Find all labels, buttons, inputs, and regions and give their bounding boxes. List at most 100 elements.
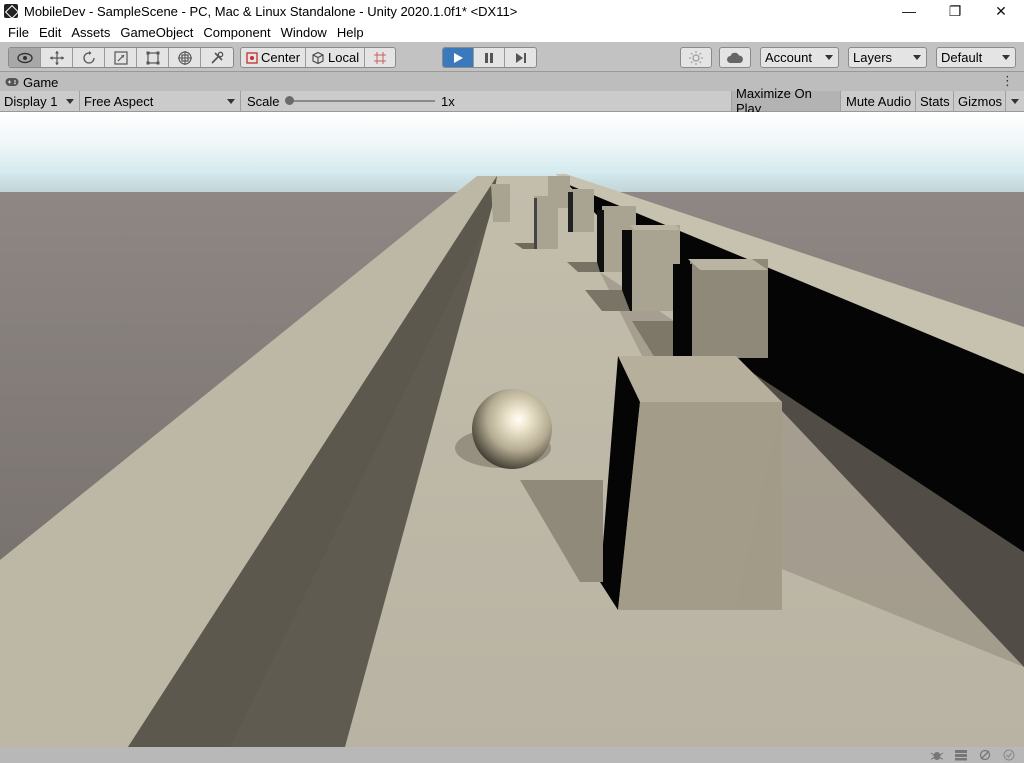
maximize-button[interactable]: ❐ <box>932 0 978 22</box>
pause-button[interactable] <box>474 48 505 67</box>
grid-snap-toggle[interactable] <box>365 48 395 67</box>
layers-label: Layers <box>853 50 893 65</box>
status-bar <box>0 747 1024 763</box>
pivot-center-toggle[interactable]: Center <box>241 48 307 67</box>
view-eye-icon <box>16 52 33 63</box>
main-toolbar: Center Local Account Layers Default <box>0 42 1024 72</box>
collab-button[interactable] <box>680 47 712 68</box>
rect-tool-icon <box>146 51 159 64</box>
rotate-tool-icon <box>82 50 95 64</box>
pivot-center-icon <box>246 51 258 64</box>
account-label: Account <box>765 50 812 65</box>
obstacle-back-3 <box>548 176 570 208</box>
mute-audio-toggle[interactable]: Mute Audio <box>842 91 916 111</box>
pivot-toggles: Center Local <box>240 47 397 68</box>
bug-report-icon[interactable] <box>928 748 946 762</box>
game-viewport[interactable] <box>0 112 1024 747</box>
layout-dropdown[interactable]: Default <box>936 47 1016 68</box>
play-icon <box>454 52 463 63</box>
menu-window[interactable]: Window <box>276 25 332 40</box>
obstacle-mid-1 <box>628 225 680 311</box>
cloud-button[interactable] <box>719 47 751 68</box>
transform-tool-button[interactable] <box>169 48 201 67</box>
display-label: Display 1 <box>4 93 58 109</box>
tools-wrench-icon <box>211 51 224 64</box>
menu-component[interactable]: Component <box>198 25 275 40</box>
scale-tool-button[interactable] <box>105 48 137 67</box>
display-chevron-down-icon <box>66 99 74 104</box>
pivot-local-toggle[interactable]: Local <box>306 48 366 67</box>
layout-chevron-down-icon <box>1002 55 1010 60</box>
unity-logo-icon <box>4 4 18 18</box>
tab-game[interactable]: Game <box>5 73 58 91</box>
custom-tool-button[interactable] <box>201 48 233 67</box>
pivot-local-label: Local <box>328 50 360 65</box>
stats-label: Stats <box>920 93 950 109</box>
menu-edit[interactable]: Edit <box>34 25 66 40</box>
maximize-on-play-toggle[interactable]: Maximize On Play <box>731 86 841 116</box>
transform-tool-icon <box>177 50 192 65</box>
stats-toggle[interactable]: Stats <box>916 91 954 111</box>
aspect-dropdown[interactable]: Free Aspect <box>80 91 241 111</box>
window-controls: — ❐ ✕ <box>886 0 1024 22</box>
move-tool-button[interactable] <box>41 48 73 67</box>
tab-menu-kebab-icon[interactable]: ⋮ <box>1001 74 1014 88</box>
move-tool-icon <box>49 50 64 65</box>
title-bar: MobileDev - SampleScene - PC, Mac & Linu… <box>0 0 1024 22</box>
step-icon <box>515 52 526 63</box>
menu-bar: File Edit Assets GameObject Component Wi… <box>0 22 1024 42</box>
scale-label: Scale <box>247 93 280 109</box>
obstacle-mid-1-top <box>630 225 680 230</box>
play-button[interactable] <box>443 48 474 67</box>
menu-gameobject[interactable]: GameObject <box>115 25 198 40</box>
view-tool-button[interactable] <box>9 48 41 67</box>
obstacle-back-5-side <box>597 210 604 272</box>
minimize-button[interactable]: — <box>886 0 932 22</box>
gizmos-toggle[interactable]: Gizmos <box>954 91 1006 111</box>
player-ball <box>472 389 552 469</box>
scale-tool-icon <box>113 50 128 65</box>
obstacle-mid-2-side <box>673 264 692 358</box>
rotate-tool-button[interactable] <box>73 48 105 67</box>
menu-help[interactable]: Help <box>332 25 369 40</box>
playmode-controls <box>442 47 537 68</box>
game-tab-bar: Game ⋮ <box>0 72 1024 91</box>
menu-file[interactable]: File <box>3 25 34 40</box>
display-dropdown[interactable]: Display 1 <box>0 91 80 111</box>
local-space-cube-icon <box>312 51 324 64</box>
layers-dropdown[interactable]: Layers <box>848 47 927 68</box>
gizmos-chevron-down-icon <box>1011 99 1019 104</box>
cloud-icon <box>727 52 743 63</box>
progress-check-icon[interactable] <box>1000 748 1018 762</box>
mute-audio-label: Mute Audio <box>846 93 912 109</box>
rect-tool-button[interactable] <box>137 48 169 67</box>
status-icons <box>928 748 1018 762</box>
grid-snap-icon <box>374 51 387 64</box>
aspect-chevron-down-icon <box>227 99 235 104</box>
gizmos-label: Gizmos <box>958 93 1003 109</box>
account-dropdown[interactable]: Account <box>760 47 839 68</box>
aspect-label: Free Aspect <box>84 93 154 109</box>
menu-assets[interactable]: Assets <box>66 25 115 40</box>
close-button[interactable]: ✕ <box>978 0 1024 22</box>
step-button[interactable] <box>505 48 536 67</box>
game-scene <box>0 112 1024 747</box>
cache-server-icon[interactable] <box>952 748 970 762</box>
gamepad-icon <box>5 78 19 86</box>
obstacle-back-1 <box>491 184 510 222</box>
obstacle-back-4 <box>570 189 594 232</box>
obstacle-back-2-side <box>534 198 537 249</box>
transform-tools <box>8 47 234 68</box>
obstacle-mid-2 <box>690 259 768 358</box>
obstacle-back-4-side <box>568 192 573 232</box>
scale-slider-track[interactable] <box>288 100 435 102</box>
scale-value: 1x <box>441 93 455 109</box>
pause-icon <box>485 52 493 63</box>
window-title: MobileDev - SampleScene - PC, Mac & Linu… <box>24 3 518 19</box>
gizmos-dropdown[interactable] <box>1006 91 1024 111</box>
layout-label: Default <box>941 50 983 65</box>
scale-slider-handle[interactable] <box>285 96 294 105</box>
auto-generate-lighting-icon[interactable] <box>976 748 994 762</box>
account-chevron-down-icon <box>825 55 833 60</box>
game-view-toolbar: Display 1 Free Aspect Scale 1x Maximize … <box>0 86 1024 116</box>
